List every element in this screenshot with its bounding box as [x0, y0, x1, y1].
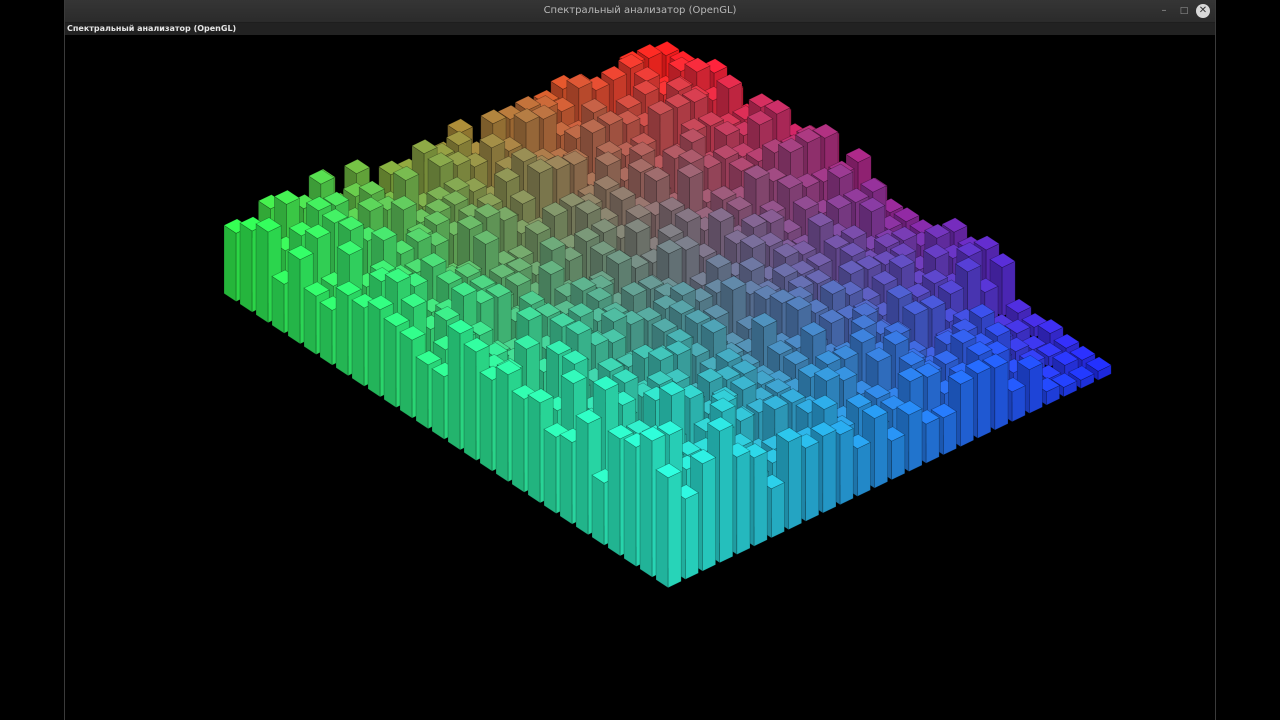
bar-left-face — [623, 438, 637, 568]
spectrum-3d-scene — [223, 40, 1112, 589]
bar-left-face — [447, 325, 461, 451]
bar-left-face — [527, 394, 541, 504]
bar-right-face — [719, 424, 734, 564]
minimize-button[interactable]: – — [1157, 4, 1171, 18]
bar-right-face — [925, 417, 940, 464]
bar-left-face — [639, 432, 653, 578]
bar-right-face — [874, 411, 888, 489]
bar-left-face — [287, 250, 301, 345]
bar-right-face — [702, 457, 716, 572]
bar-left-face — [575, 415, 589, 536]
bar-right-face — [1028, 362, 1043, 414]
bar-right-face — [960, 377, 974, 448]
right-desktop-margin — [1216, 0, 1280, 720]
bar-right-face — [805, 441, 820, 522]
bar-right-face — [684, 492, 699, 580]
bar-left-face — [655, 469, 669, 589]
window-caption: Спектральный анализатор (OpenGL) — [67, 24, 237, 33]
bar-right-face — [736, 450, 751, 555]
left-desktop-margin — [0, 0, 64, 720]
bar-left-face — [591, 474, 605, 546]
bar-right-face — [891, 434, 906, 481]
bar-right-face — [942, 411, 957, 456]
bar-left-face — [463, 343, 477, 462]
window-caption-bar: Спектральный анализатор (OpenGL) — [65, 23, 1215, 35]
bar-left-face — [367, 301, 381, 398]
window-title: Спектральный анализатор (OpenGL) — [543, 5, 737, 16]
bar-left-face — [255, 223, 269, 324]
bar-right-face — [753, 451, 768, 547]
bar-left-face — [383, 317, 397, 409]
bar-left-face — [351, 299, 365, 387]
bar-right-face — [770, 482, 785, 539]
bar-right-face — [977, 366, 992, 439]
bar-left-face — [399, 331, 413, 419]
bar-right-face — [908, 408, 923, 472]
bar-left-face — [223, 224, 237, 303]
bar-left-face — [495, 366, 509, 483]
maximize-button[interactable]: □ — [1177, 4, 1191, 18]
bar-left-face — [543, 428, 557, 515]
bar-left-face — [511, 390, 525, 493]
bar-right-face — [788, 435, 802, 531]
bar-right-face — [994, 361, 1009, 431]
bar-left-face — [479, 371, 493, 472]
spectrum-bar — [655, 463, 682, 589]
window-titlebar[interactable]: Спектральный анализатор (OpenGL) – □ ✕ — [65, 0, 1215, 23]
bar-right-face — [856, 441, 871, 497]
bar-left-face — [431, 368, 445, 440]
bar-right-face — [822, 429, 837, 514]
opengl-viewport[interactable] — [65, 35, 1215, 720]
app-window: Спектральный анализатор (OpenGL) – □ ✕ С… — [64, 0, 1216, 720]
bar-left-face — [415, 356, 429, 430]
bar-left-face — [271, 275, 285, 334]
bar-left-face — [239, 222, 253, 313]
close-button[interactable]: ✕ — [1196, 4, 1210, 18]
bar-right-face — [839, 428, 854, 506]
bar-left-face — [303, 287, 317, 356]
bar-left-face — [607, 430, 621, 557]
spectrum-bars — [223, 40, 1112, 589]
bar-right-face — [667, 471, 682, 589]
bar-left-face — [319, 301, 333, 366]
bar-left-face — [335, 286, 349, 377]
bar-left-face — [559, 433, 573, 525]
